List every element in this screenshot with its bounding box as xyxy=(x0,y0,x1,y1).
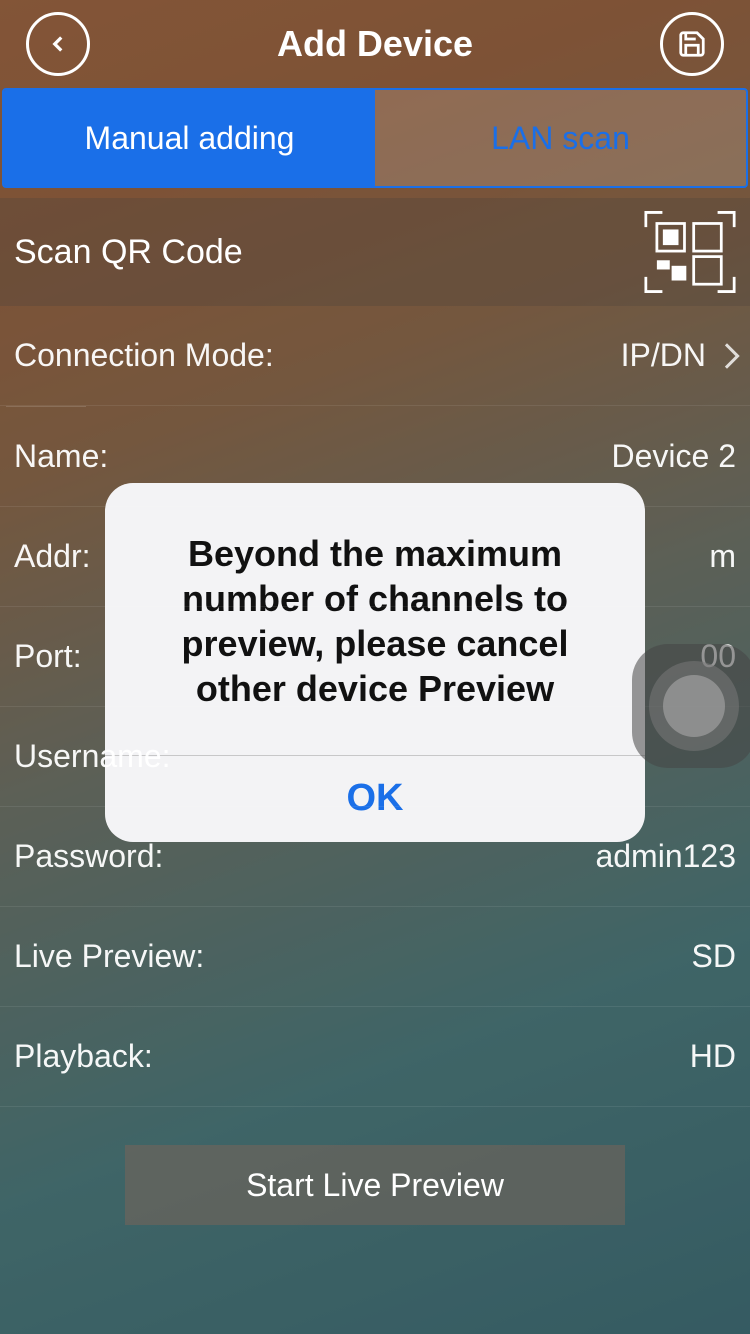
page-title: Add Device xyxy=(0,23,750,65)
qr-code-icon xyxy=(644,210,736,294)
connection-mode-value: IP/DN xyxy=(621,337,706,374)
live-preview-label: Live Preview: xyxy=(14,938,204,975)
password-label: Password: xyxy=(14,838,163,875)
tab-lan-scan[interactable]: LAN scan xyxy=(375,90,746,186)
save-icon xyxy=(677,29,707,59)
name-label: Name: xyxy=(14,438,108,475)
back-button[interactable] xyxy=(26,12,90,76)
name-value: Device 2 xyxy=(612,438,737,475)
connection-mode-label: Connection Mode: xyxy=(14,337,274,374)
scan-qr-row[interactable]: Scan QR Code xyxy=(0,198,750,306)
name-row[interactable]: Name: Device 2 xyxy=(0,407,750,507)
assistive-touch-icon xyxy=(649,661,739,751)
addr-row[interactable]: Addr: m xyxy=(0,507,750,607)
assistive-touch-button[interactable] xyxy=(632,644,750,768)
playback-label: Playback: xyxy=(14,1038,153,1075)
addr-value: m xyxy=(709,538,736,575)
live-preview-value: SD xyxy=(692,938,736,975)
port-label: Port: xyxy=(14,638,82,675)
connection-mode-row[interactable]: Connection Mode: IP/DN xyxy=(0,306,750,406)
scan-qr-label: Scan QR Code xyxy=(14,233,243,272)
playback-row[interactable]: Playback: HD xyxy=(0,1007,750,1107)
chevron-right-icon xyxy=(714,343,739,368)
username-label: Username: xyxy=(14,738,171,775)
tab-manual-adding[interactable]: Manual adding xyxy=(4,90,375,186)
password-value: admin123 xyxy=(595,838,736,875)
tab-bar: Manual adding LAN scan xyxy=(2,88,748,188)
chevron-left-icon xyxy=(45,31,71,57)
playback-value: HD xyxy=(690,1038,736,1075)
save-button[interactable] xyxy=(660,12,724,76)
password-row[interactable]: Password: admin123 xyxy=(0,807,750,907)
live-preview-row[interactable]: Live Preview: SD xyxy=(0,907,750,1007)
addr-label: Addr: xyxy=(14,538,90,575)
start-live-preview-button[interactable]: Start Live Preview xyxy=(125,1145,625,1225)
